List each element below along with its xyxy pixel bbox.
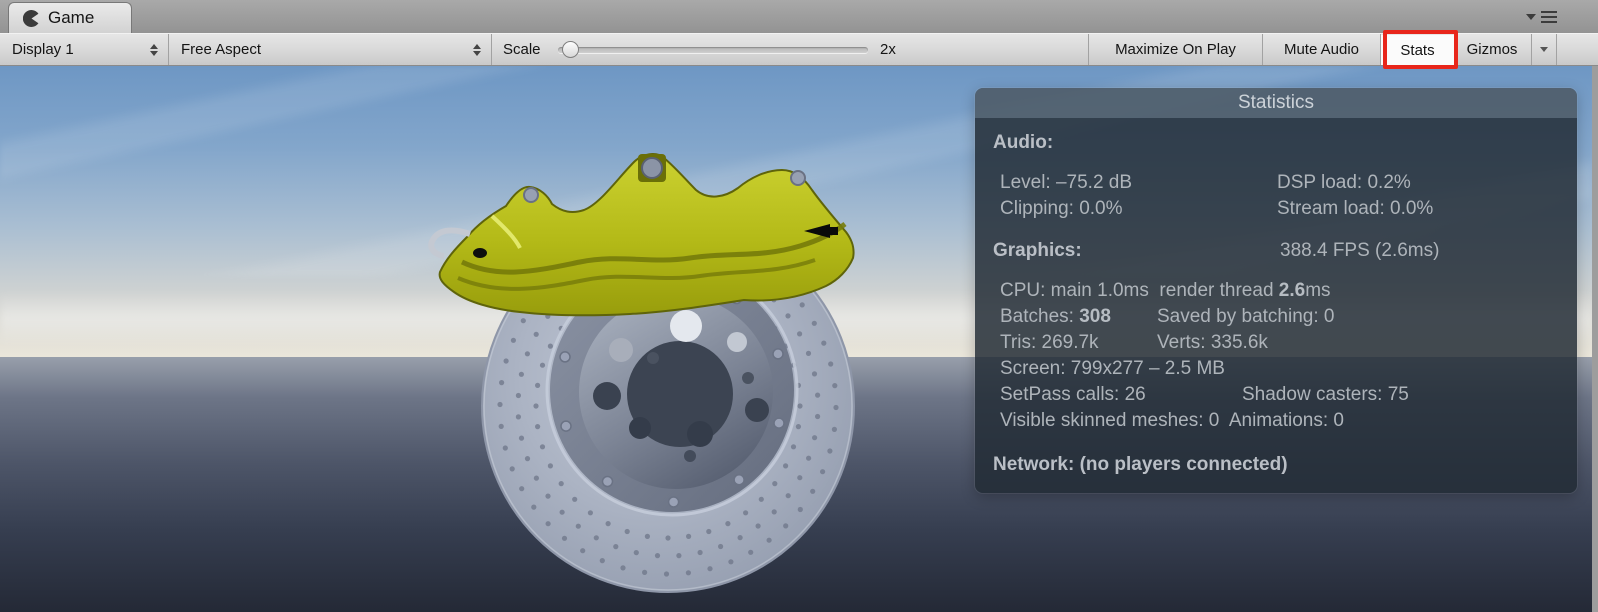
display-dropdown-label: Display 1 — [12, 41, 74, 58]
stats-toggle-button[interactable]: Stats — [1381, 35, 1454, 65]
tris-verts-line: Tris: 269.7kVerts: 335.6k — [993, 330, 1559, 356]
scale-slider-thumb[interactable] — [562, 41, 579, 58]
audio-heading: Audio: — [993, 130, 1559, 156]
network-line: Network: (no players connected) — [993, 452, 1559, 478]
cpu-line: CPU: main 1.0ms render thread 2.6ms — [993, 278, 1559, 304]
scale-label: Scale — [503, 34, 541, 65]
chevron-down-icon — [1526, 14, 1536, 20]
setpass-line: SetPass calls: 26Shadow casters: 75 — [993, 382, 1559, 408]
updown-arrows-icon — [150, 44, 158, 56]
audio-row: Clipping: 0.0%Stream load: 0.0% — [993, 196, 1559, 222]
scale-slider[interactable] — [558, 47, 868, 53]
screen-line: Screen: 799x277 – 2.5 MB — [993, 356, 1559, 382]
tab-bar: Game — [0, 0, 1598, 33]
fps-value: 388.4 FPS (2.6ms) — [1280, 238, 1439, 264]
updown-arrows-icon — [473, 44, 481, 56]
aspect-dropdown[interactable]: Free Aspect — [169, 34, 491, 65]
gizmos-dropdown-arrow[interactable] — [1531, 34, 1556, 65]
panel-menu-button[interactable] — [1526, 11, 1557, 23]
graphics-heading: Graphics: — [993, 238, 1082, 264]
unity-game-view-window: Game Display 1 Free Aspect Scale 2x Maxi — [0, 0, 1598, 612]
statistics-title: Statistics — [975, 88, 1577, 118]
brake-caliper — [431, 154, 853, 315]
mute-audio-button[interactable]: Mute Audio — [1263, 34, 1380, 65]
audio-row: Level: –75.2 dBDSP load: 0.2% — [993, 170, 1559, 196]
tab-title: Game — [48, 8, 94, 28]
graphics-heading-row: Graphics: 388.4 FPS (2.6ms) — [993, 238, 1559, 264]
game-viewport[interactable]: Statistics Audio: Level: –75.2 dBDSP loa… — [0, 66, 1592, 612]
gizmos-button[interactable]: Gizmos — [1455, 34, 1529, 65]
skinned-meshes-line: Visible skinned meshes: 0 Animations: 0 — [993, 408, 1559, 434]
window-edge — [1592, 66, 1598, 612]
tab-game[interactable]: Game — [8, 2, 132, 33]
menu-icon — [1541, 11, 1557, 23]
display-dropdown[interactable]: Display 1 — [0, 34, 168, 65]
chevron-down-icon — [1540, 47, 1548, 52]
aspect-dropdown-label: Free Aspect — [181, 41, 261, 58]
game-view-toolbar: Display 1 Free Aspect Scale 2x Maximize … — [0, 33, 1598, 66]
game-view-icon — [23, 10, 40, 27]
batches-line: Batches: 308Saved by batching: 0 — [993, 304, 1559, 330]
scale-value: 2x — [880, 34, 896, 65]
statistics-panel: Statistics Audio: Level: –75.2 dBDSP loa… — [975, 88, 1577, 493]
maximize-on-play-button[interactable]: Maximize On Play — [1089, 34, 1262, 65]
